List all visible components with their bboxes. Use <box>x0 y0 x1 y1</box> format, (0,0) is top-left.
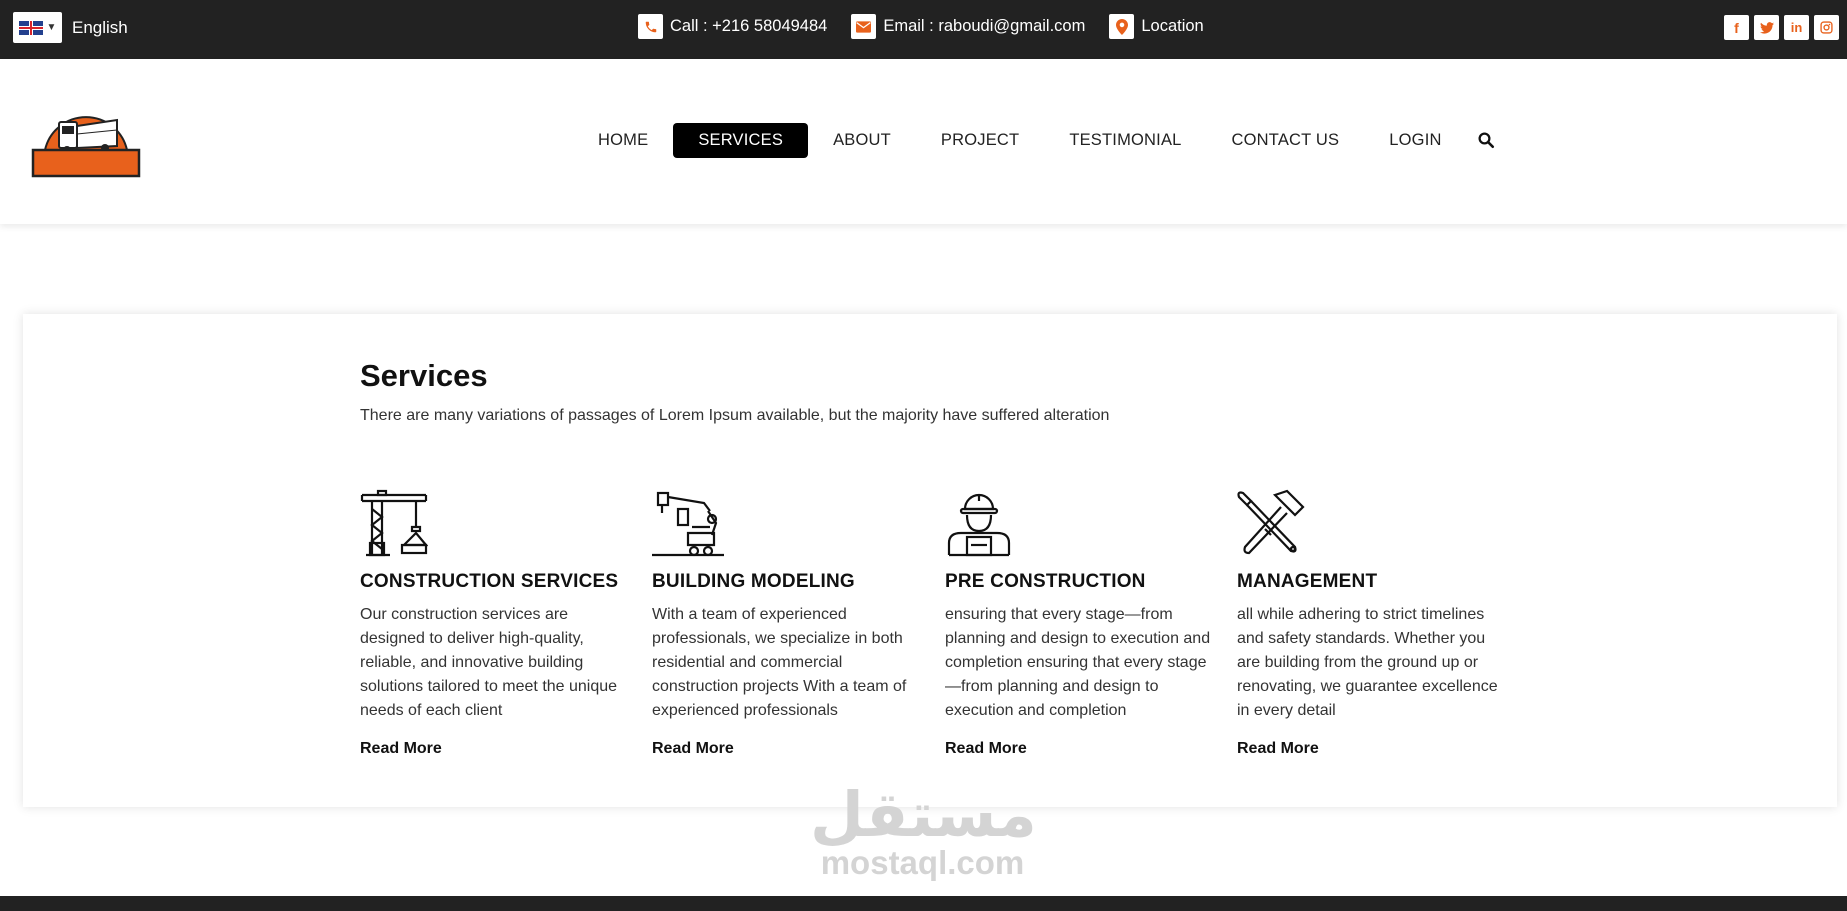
linkedin-icon[interactable]: in <box>1784 15 1809 40</box>
social-links: f in <box>1724 15 1839 40</box>
read-more-link[interactable]: Read More <box>945 740 1027 758</box>
email-text: Email : raboudi@gmail.com <box>883 17 1086 35</box>
language-dropdown[interactable]: ▼ <box>13 12 62 43</box>
phone-text: Call : +216 58049484 <box>670 17 828 35</box>
worker-icon <box>945 489 1013 557</box>
phone-contact[interactable]: Call : +216 58049484 <box>638 14 827 39</box>
instagram-icon[interactable] <box>1814 15 1839 40</box>
facebook-icon[interactable]: f <box>1724 15 1749 40</box>
twitter-icon[interactable] <box>1754 15 1779 40</box>
section-title: Services <box>360 358 488 393</box>
section-subtitle: There are many variations of passages of… <box>360 407 1110 424</box>
main-nav: HOME SERVICES ABOUT PROJECT TESTIMONIAL … <box>573 123 1497 158</box>
service-title: CONSTRUCTION SERVICES <box>360 571 619 592</box>
service-card: PRE CONSTRUCTION ensuring that every sta… <box>945 489 1215 723</box>
services-section: Services There are many variations of pa… <box>23 314 1837 807</box>
email-contact[interactable]: Email : raboudi@gmail.com <box>851 14 1085 39</box>
nav-services[interactable]: SERVICES <box>673 123 809 158</box>
location-contact[interactable]: Location <box>1109 14 1204 39</box>
service-description: ensuring that every stage—from planning … <box>945 606 1211 719</box>
uk-flag-icon <box>18 20 43 35</box>
site-header: HOME SERVICES ABOUT PROJECT TESTIMONIAL … <box>0 59 1847 224</box>
nav-login[interactable]: LOGIN <box>1364 123 1466 158</box>
truck-logo[interactable] <box>31 98 141 178</box>
crane-icon <box>360 489 429 557</box>
service-title: BUILDING MODELING <box>652 571 855 592</box>
location-text: Location <box>1141 17 1204 35</box>
top-bar: ▼ English Call : +216 58049484 Email : r… <box>0 0 1847 59</box>
footer-strip <box>0 896 1847 911</box>
service-description: Our construction services are designed t… <box>360 606 618 719</box>
nav-home[interactable]: HOME <box>573 123 673 158</box>
nav-contact-us[interactable]: CONTACT US <box>1207 123 1365 158</box>
language-selector[interactable]: ▼ English <box>13 12 128 43</box>
service-card: CONSTRUCTION SERVICES Our construction s… <box>360 489 630 723</box>
watermark-arabic: مستقل <box>810 778 1037 851</box>
service-card: MANAGEMENT all while adhering to strict … <box>1237 489 1507 723</box>
watermark-latin: mostaql.com <box>820 844 1025 881</box>
service-title: MANAGEMENT <box>1237 571 1378 592</box>
service-description: all while adhering to strict timelines a… <box>1237 606 1498 719</box>
read-more-link[interactable]: Read More <box>652 740 734 758</box>
contact-info: Call : +216 58049484 Email : raboudi@gma… <box>638 14 1204 39</box>
envelope-icon <box>851 14 877 39</box>
map-pin-icon <box>1109 14 1135 39</box>
nav-project[interactable]: PROJECT <box>916 123 1044 158</box>
nav-about[interactable]: ABOUT <box>808 123 916 158</box>
mostaql-watermark: مستقل mostaql.com <box>810 778 1037 881</box>
robotic-arm-icon <box>652 489 724 557</box>
search-icon[interactable] <box>1477 131 1497 151</box>
language-label: English <box>72 17 128 37</box>
phone-icon <box>638 14 663 39</box>
service-title: PRE CONSTRUCTION <box>945 571 1146 592</box>
read-more-link[interactable]: Read More <box>1237 740 1319 758</box>
service-description: With a team of experienced professionals… <box>652 606 907 719</box>
service-card: BUILDING MODELING With a team of experie… <box>652 489 922 723</box>
read-more-link[interactable]: Read More <box>360 740 442 758</box>
chevron-down-icon: ▼ <box>46 22 57 33</box>
hammer-wrench-icon <box>1237 489 1305 557</box>
nav-testimonial[interactable]: TESTIMONIAL <box>1044 123 1206 158</box>
